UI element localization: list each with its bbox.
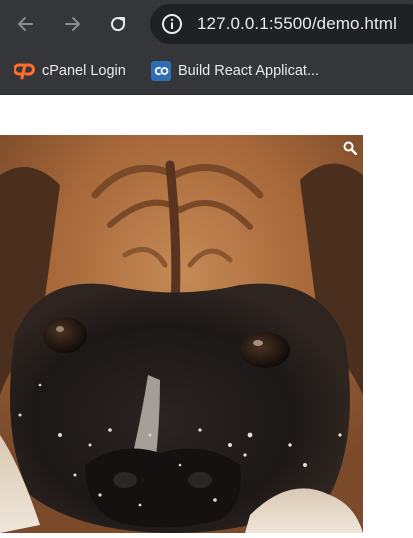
dog-photo[interactable] [0, 135, 363, 533]
address-bar[interactable]: 127.0.0.1:5500/demo.html [150, 4, 413, 44]
info-icon[interactable] [161, 13, 183, 35]
cpanel-icon [14, 63, 35, 80]
url-text[interactable]: 127.0.0.1:5500/demo.html [197, 14, 397, 34]
zoom-button[interactable] [341, 139, 359, 157]
url-host: 127.0.0.1 [197, 14, 269, 33]
bookmark-label: Build React Applicat... [178, 63, 320, 79]
back-button[interactable] [12, 10, 40, 38]
bookmark-cpanel-login[interactable]: cPanel Login [14, 60, 126, 82]
url-path: :5500/demo.html [268, 14, 397, 33]
browser-toolbar: 127.0.0.1:5500/demo.html [0, 0, 413, 48]
bookmark-build-react[interactable]: Build React Applicat... [151, 60, 319, 82]
reload-icon [111, 17, 126, 32]
forward-button[interactable] [58, 10, 86, 38]
page-content [0, 95, 413, 538]
boxer-dog-image [0, 135, 363, 533]
arrow-left-icon [18, 17, 33, 31]
reload-button[interactable] [104, 10, 132, 38]
codecademy-icon [151, 61, 171, 81]
bookmark-label: cPanel Login [42, 63, 126, 79]
magnifier-icon [343, 141, 357, 155]
bookmarks-bar: cPanel Login Build React Applicat... [0, 48, 413, 95]
arrow-right-icon [65, 17, 80, 31]
